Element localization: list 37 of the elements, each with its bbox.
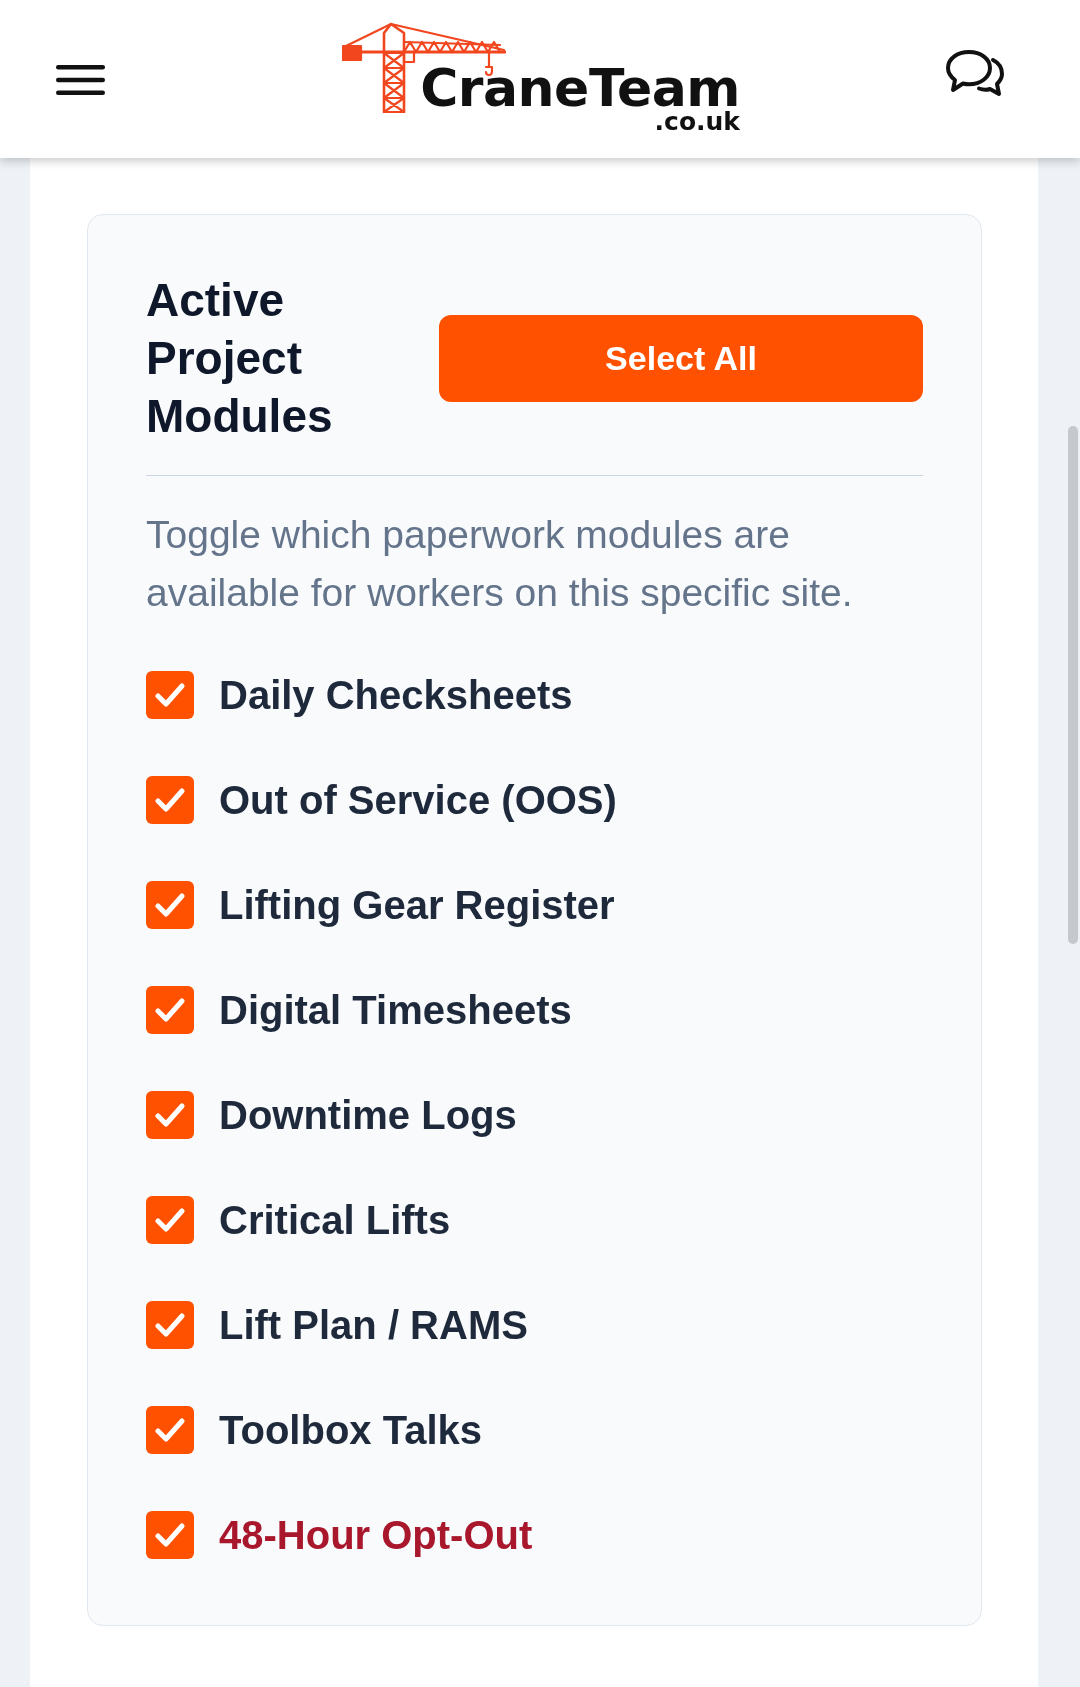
chat-bubbles-icon [945,48,1005,98]
card-description: Toggle which paperwork modules are available for workers on this specific site. [146,512,854,616]
logo-text: CraneTeam [420,65,740,111]
module-label: Critical Lifts [219,1197,451,1244]
module-label: Lifting Gear Register [219,882,615,929]
module-label: Daily Checksheets [219,672,573,719]
checkmark-icon [155,1103,185,1127]
chat-button[interactable] [945,48,1005,98]
module-label: Downtime Logs [219,1092,517,1139]
card-title: Active Project Modules [146,273,334,444]
checkbox[interactable] [146,1196,194,1244]
checkmark-icon [155,1418,185,1442]
checkbox[interactable] [146,881,194,929]
module-label: Digital Timesheets [219,987,572,1034]
checkmark-icon [155,1313,185,1337]
checkbox[interactable] [146,1301,194,1349]
checkmark-icon [155,788,185,812]
menu-icon [56,65,105,95]
checkmark-icon [155,1523,185,1547]
module-label: Toolbox Talks [219,1407,482,1454]
checkbox[interactable] [146,986,194,1034]
menu-button[interactable] [56,65,105,95]
checkbox[interactable] [146,1406,194,1454]
select-all-button[interactable]: Select All [439,314,923,402]
module-label: Lift Plan / RAMS [219,1302,528,1349]
scrollbar-thumb[interactable] [1068,426,1078,944]
checkmark-icon [155,683,185,707]
checkbox[interactable] [146,776,194,824]
module-label: Out of Service (OOS) [219,777,617,824]
checkmark-icon [155,998,185,1022]
checkbox[interactable] [146,1091,194,1139]
module-label: 48-Hour Opt-Out [219,1512,533,1559]
logo-domain-text: .co.uk [654,111,740,133]
checkbox[interactable] [146,671,194,719]
checkmark-icon [155,893,185,917]
checkbox[interactable] [146,1511,194,1559]
checkmark-icon [155,1208,185,1232]
